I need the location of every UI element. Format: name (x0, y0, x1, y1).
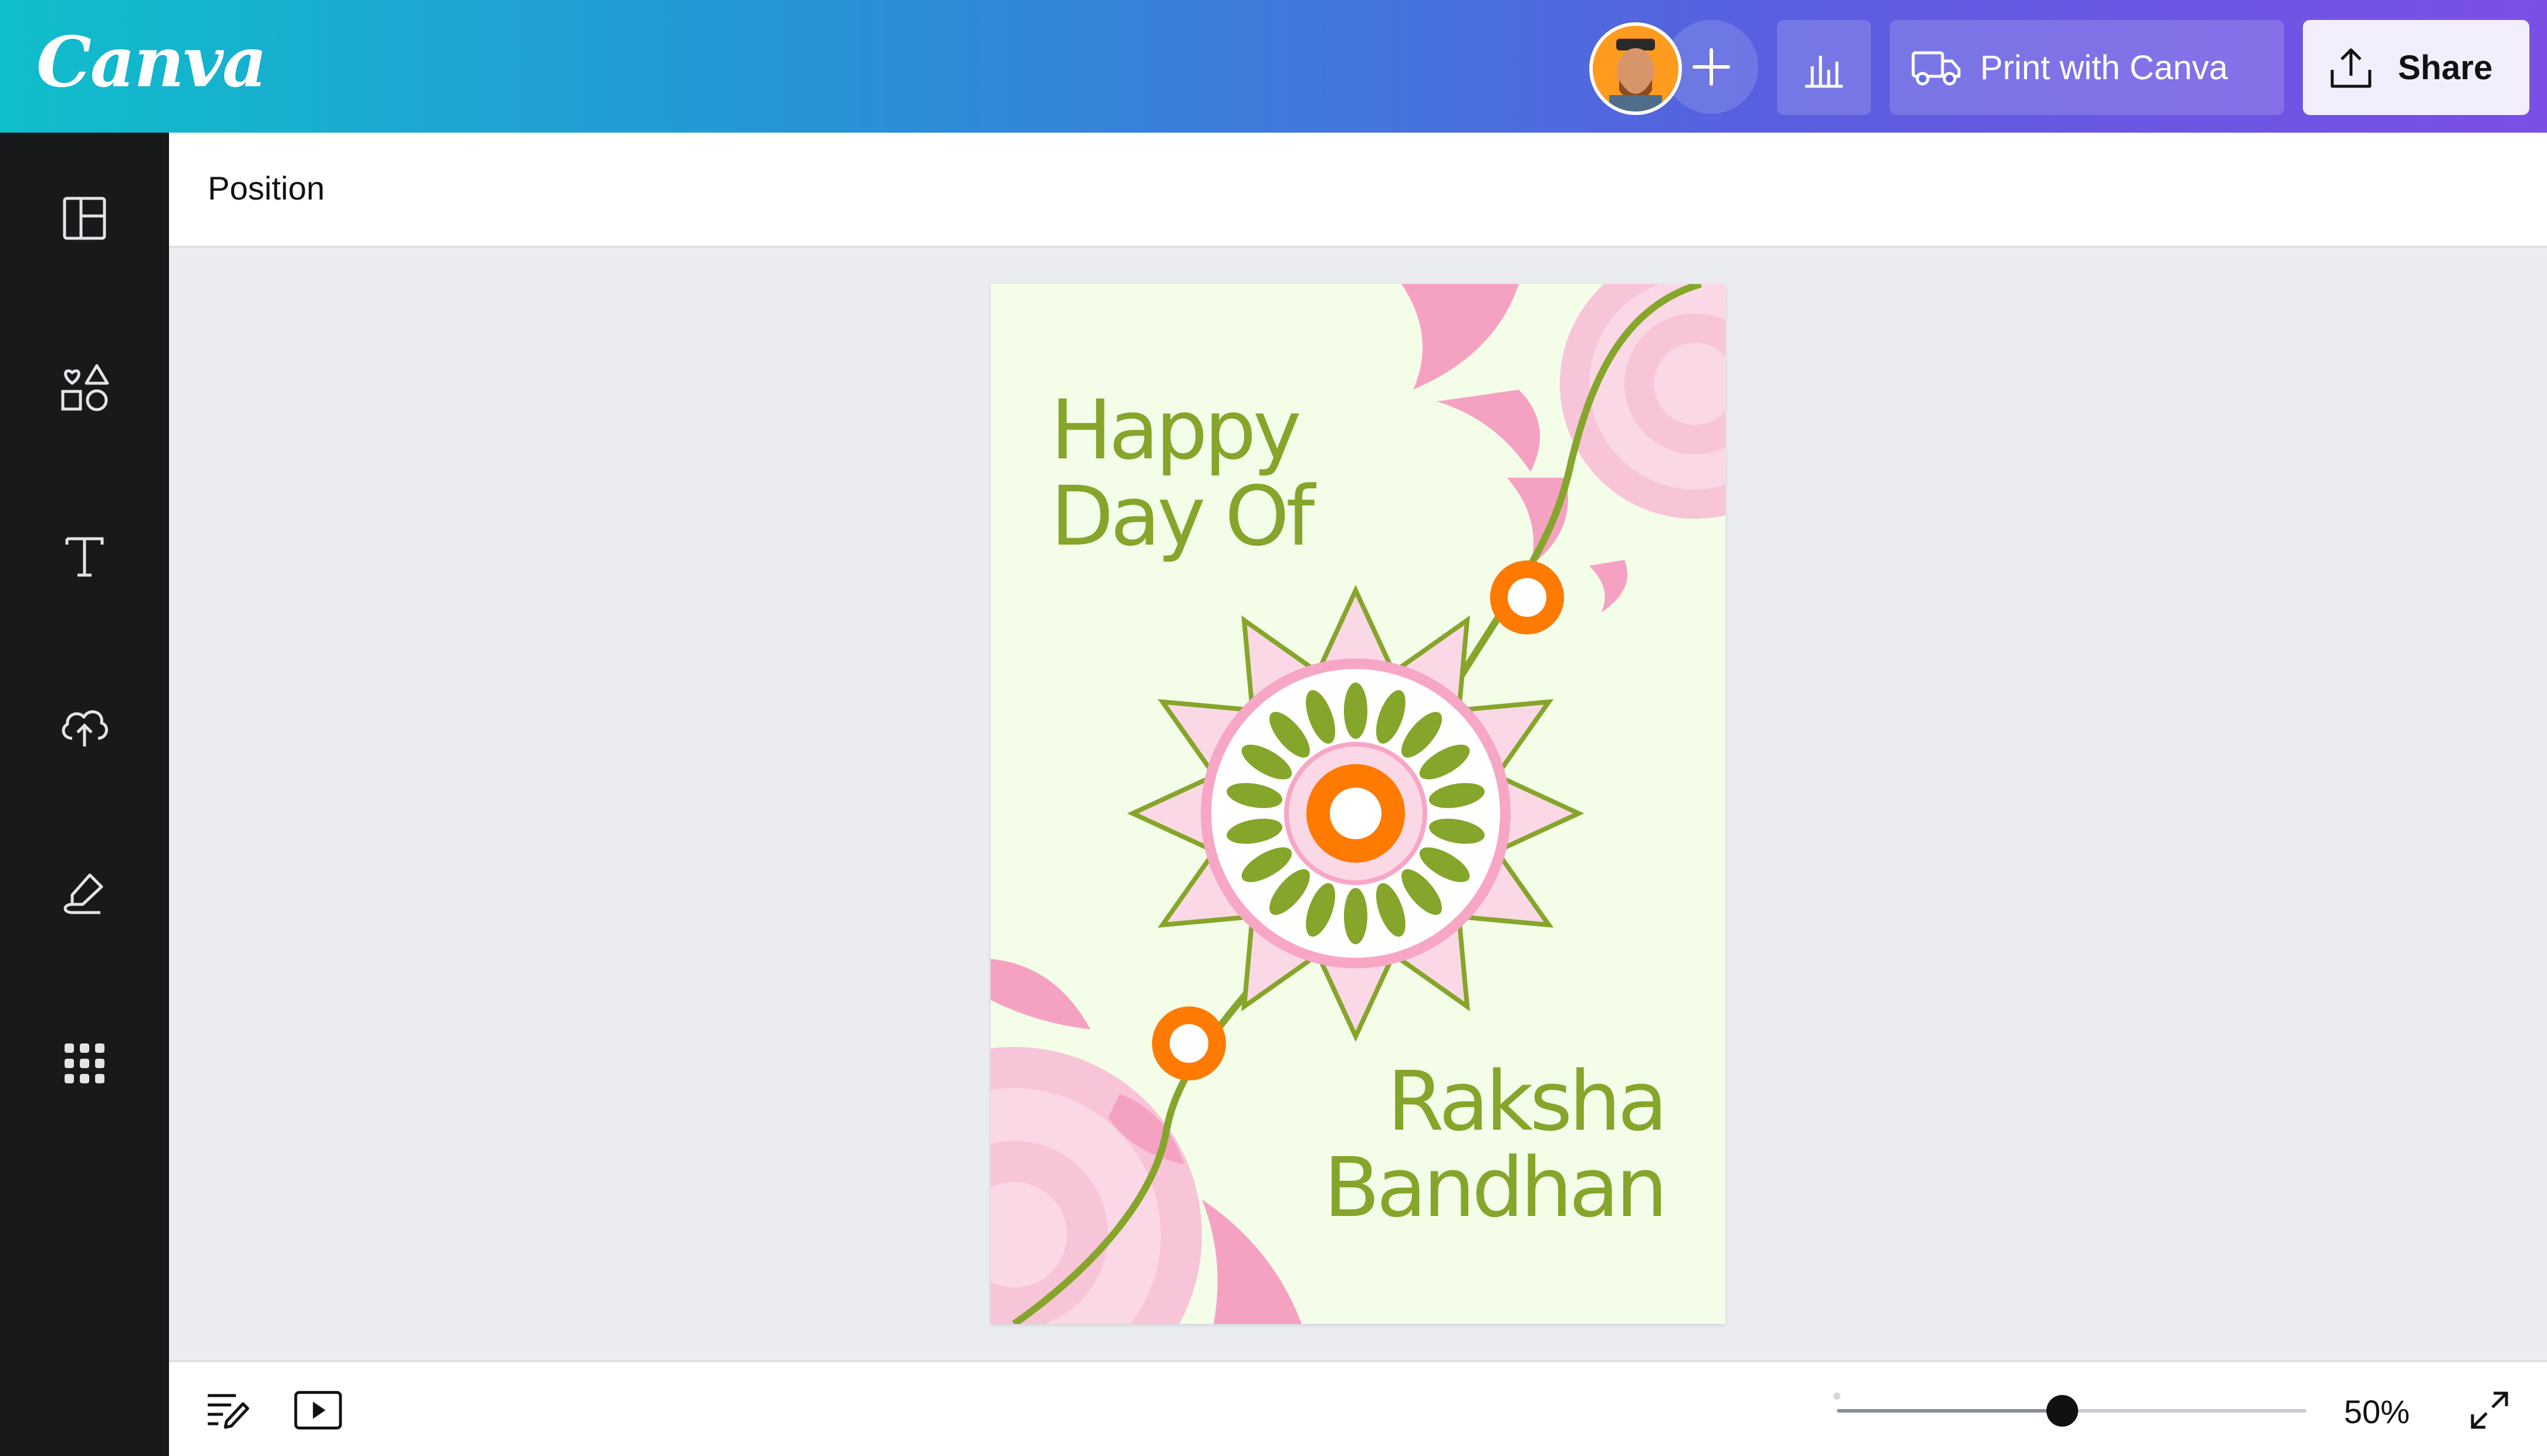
text-button[interactable] (56, 528, 113, 585)
elements-icon (61, 364, 109, 411)
fullscreen-button[interactable] (2465, 1386, 2514, 1435)
zoom-slider-fill (1837, 1409, 2062, 1413)
headline-bottom[interactable]: Raksha Bandhan (1323, 1054, 1668, 1236)
present-button[interactable] (293, 1386, 343, 1435)
position-button[interactable]: Position (208, 169, 325, 207)
user-avatar[interactable] (1589, 22, 1682, 115)
text-day-of: Day Of (1050, 469, 1315, 565)
notes-icon (208, 1394, 249, 1429)
bead-bottom (1152, 1006, 1226, 1080)
text-raksha: Raksha (1387, 1054, 1668, 1150)
upload-cloud-icon (62, 710, 108, 746)
design-page[interactable]: Happy Day Of Raksha Bandhan (991, 284, 1725, 1324)
zoom-slider-min-dot (1833, 1393, 1840, 1400)
elements-button[interactable] (56, 359, 113, 415)
draw-button[interactable] (56, 866, 113, 923)
context-toolbar: Position (169, 133, 2547, 248)
draw-icon (63, 873, 103, 914)
apps-button[interactable] (56, 1035, 113, 1092)
left-sidebar (0, 133, 169, 1456)
notes-button[interactable] (203, 1386, 252, 1435)
top-bar: Canva Print with Canva Share (0, 0, 2547, 133)
bar-chart-icon (1805, 56, 1843, 88)
design-layout-button[interactable] (56, 190, 113, 246)
share-button-label: Share (2398, 48, 2493, 87)
apps-grid-icon (65, 1043, 104, 1083)
mandala-bottom-left (991, 959, 1302, 1324)
plus-icon (1693, 48, 1730, 86)
layout-icon (63, 197, 106, 240)
avatar-image (1593, 26, 1678, 112)
text-icon (65, 537, 104, 577)
bottom-bar: 50% (169, 1360, 2547, 1456)
truck-icon (1911, 51, 1961, 86)
headline-top[interactable]: Happy Day Of (1050, 383, 1315, 565)
share-button[interactable]: Share (2303, 20, 2529, 115)
upload-share-icon (2330, 48, 2372, 88)
insights-button[interactable] (1777, 20, 1871, 115)
editor-canvas: Happy Day Of Raksha Bandhan (169, 248, 2547, 1360)
rakhi-flower (1127, 585, 1585, 1042)
mandala-top-right (1401, 284, 1725, 613)
text-bandhan: Bandhan (1323, 1140, 1668, 1236)
zoom-slider-thumb[interactable] (2046, 1395, 2078, 1427)
expand-icon (2471, 1391, 2508, 1429)
bead-top (1490, 560, 1564, 634)
zoom-percentage[interactable]: 50% (2344, 1393, 2410, 1431)
text-happy: Happy (1050, 383, 1302, 478)
print-button-label: Print with Canva (1980, 48, 2228, 87)
print-with-canva-button[interactable]: Print with Canva (1890, 20, 2284, 115)
uploads-button[interactable] (56, 697, 113, 754)
play-icon (294, 1391, 342, 1430)
canva-logo[interactable]: Canva (36, 21, 267, 103)
